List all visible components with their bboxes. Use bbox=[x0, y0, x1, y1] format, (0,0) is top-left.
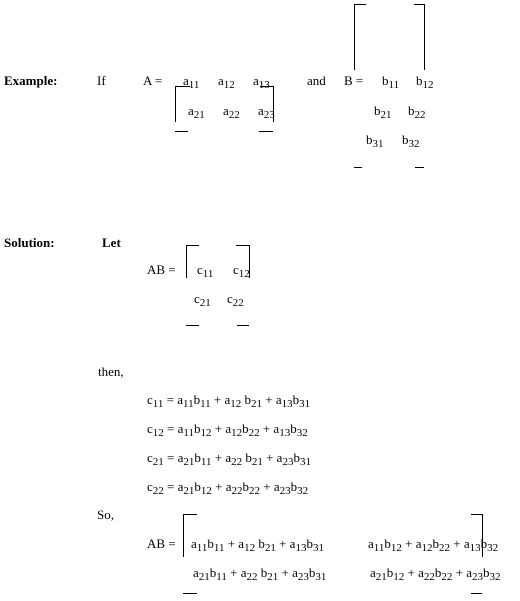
example-label: Example: bbox=[4, 73, 58, 88]
matrix-a-label: A = bbox=[143, 73, 163, 88]
document-page: Example: If A = a11 a12 a13 a21 a22 a23 … bbox=[0, 0, 520, 601]
result-cell: a11b11 + a12 b21 + a13b31 bbox=[191, 536, 324, 554]
equation-c11: c11 = a11b11 + a12 b21 + a13b31 bbox=[147, 392, 311, 410]
matrix-ab-label: AB = bbox=[147, 262, 176, 277]
matrix-a-cell: a12 bbox=[218, 73, 235, 91]
matrix-b-cell: b22 bbox=[408, 103, 426, 121]
equation-c12: c12 = a11b12 + a12b22 + a13b32 bbox=[147, 421, 308, 439]
matrix-b-label: B = bbox=[344, 73, 364, 88]
matrix-b-cell: b11 bbox=[382, 73, 400, 91]
matrix-a-cell: a21 bbox=[188, 103, 205, 121]
matrix-a-cell: a22 bbox=[223, 103, 240, 121]
matrix-b-cell: b32 bbox=[402, 132, 420, 150]
equation-c21: c21 = a21b11 + a22 b21 + a23b31 bbox=[147, 450, 311, 468]
matrix-c-cell: c12 bbox=[233, 262, 250, 280]
solution-label: Solution: bbox=[4, 235, 55, 250]
so-text: So, bbox=[97, 507, 114, 522]
result-cell: a11b12 + a12b22 + a13b32 bbox=[368, 536, 499, 554]
matrix-b-cell: b31 bbox=[366, 132, 384, 150]
if-text: If bbox=[97, 73, 106, 88]
matrix-ab-result-label: AB = bbox=[147, 536, 176, 551]
result-cell: a21b11 + a22 b21 + a23b31 bbox=[193, 565, 327, 583]
and-text: and bbox=[307, 73, 326, 88]
then-text: then, bbox=[98, 364, 124, 379]
let-text: Let bbox=[102, 235, 121, 250]
matrix-b-cell: b21 bbox=[374, 103, 392, 121]
matrix-b-cell: b12 bbox=[416, 73, 434, 91]
matrix-c-cell: c11 bbox=[197, 262, 214, 280]
matrix-c-cell: c22 bbox=[227, 291, 244, 309]
result-cell: a21b12 + a22b22 + a23b32 bbox=[370, 565, 501, 583]
matrix-c-cell: c21 bbox=[194, 291, 211, 309]
equation-c22: c22 = a21b12 + a22b22 + a23b32 bbox=[147, 479, 309, 497]
